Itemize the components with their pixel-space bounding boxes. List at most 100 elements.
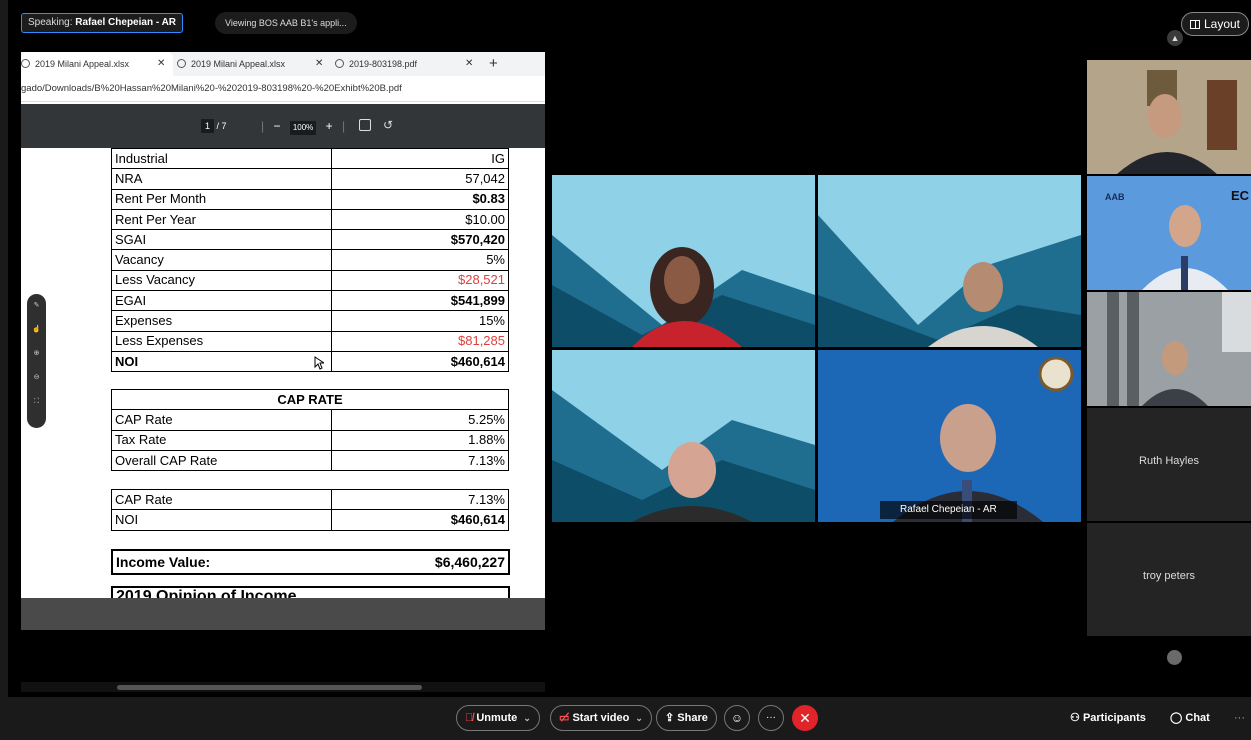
opinion-value: $6,500,000: [332, 586, 510, 598]
active-speaker-tile[interactable]: Rafael Chepeian - AR: [818, 350, 1081, 522]
gallery-tile[interactable]: AAB EC: [1087, 176, 1251, 290]
gallery-tile[interactable]: [1087, 292, 1251, 406]
row-label: Rent Per Month: [111, 188, 332, 210]
start-video-button[interactable]: ▭̸ Start video ⌄: [550, 705, 652, 731]
layout-label: Layout: [1203, 17, 1240, 31]
speaking-label: Speaking:: [28, 17, 73, 28]
tab-title: 2019 Milani Appeal.xlsx: [35, 59, 130, 69]
ec-logo-text: EC: [1230, 188, 1249, 203]
row-label: Less Expenses: [111, 330, 332, 352]
table-row: Rent Per Month $0.83: [111, 188, 509, 210]
left-edge-rail: [0, 0, 8, 740]
row-value: 1.88%: [331, 429, 509, 451]
gallery-tile[interactable]: Ruth Hayles: [1087, 408, 1251, 521]
chevron-down-icon[interactable]: ⌄: [523, 713, 531, 723]
chat-button[interactable]: ◯ Chat: [1170, 705, 1210, 731]
browser-tab[interactable]: 2019 Milani Appeal.xlsx ✕: [177, 52, 329, 76]
mouse-cursor-icon: [314, 356, 324, 370]
mountain-background: [818, 175, 1081, 347]
layout-button[interactable]: Layout: [1180, 12, 1249, 36]
participant-name: troy peters: [1143, 570, 1195, 582]
row-label: Less Vacancy: [111, 269, 332, 292]
divider: |: [261, 119, 265, 133]
browser-tab[interactable]: 2019-803198.pdf ✕: [335, 52, 485, 76]
row-label: SGAI: [111, 229, 332, 251]
income-table: Industrial IG NRA 57,042 Rent Per Month $0.83…: [111, 148, 509, 373]
row-value: 7.13%: [331, 488, 509, 511]
summary-table: CAP Rate 7.13% NOI $460,614: [111, 488, 509, 531]
fit-page-icon[interactable]: [359, 119, 371, 131]
row-value: 5%: [331, 249, 509, 271]
table-row: Less Vacancy $28,521: [111, 269, 509, 292]
close-tab-icon[interactable]: ✕: [157, 52, 165, 76]
video-tile[interactable]: [552, 175, 815, 347]
share-icon: ⇪: [665, 712, 675, 724]
table-row: CAP Rate 7.13%: [111, 488, 509, 511]
row-label: Overall CAP Rate: [111, 449, 332, 472]
speaking-indicator: Speaking: Rafael Chepeian - AR: [21, 13, 184, 33]
mountain-background: [552, 350, 815, 522]
zoom-level[interactable]: 100%: [289, 121, 317, 135]
chevron-down-icon[interactable]: ⌄: [635, 713, 643, 723]
horizontal-scrollbar[interactable]: [21, 682, 545, 692]
gallery-tile[interactable]: [1087, 60, 1251, 174]
chevron-up-icon[interactable]: ▲: [1167, 30, 1183, 46]
row-value: IG: [331, 148, 509, 170]
annotation-toolbar: ✎ ☝ ⊕ ⊖ ⛶: [27, 294, 46, 428]
pen-icon[interactable]: ✎: [27, 294, 46, 318]
unmute-button[interactable]: 🎙̸ Unmute ⌄: [456, 705, 540, 731]
chat-icon: ◯: [1170, 712, 1183, 724]
zoom-out-icon[interactable]: −: [273, 119, 280, 133]
zoom-in-tool-icon[interactable]: ⊕: [27, 342, 46, 366]
shared-screen-browser: 2019 Milani Appeal.xlsx ✕ 2019 Milani Ap…: [21, 52, 545, 630]
share-button[interactable]: ⇪ Share: [656, 705, 717, 731]
video-off-icon: ▭̸: [559, 712, 570, 724]
more-options-button[interactable]: ···: [758, 705, 784, 731]
viewing-share-indicator[interactable]: Viewing BOS AAB B1's appli...: [215, 12, 357, 34]
participants-button[interactable]: ⚇ Participants: [1070, 705, 1146, 731]
table-row: CAP Rate 5.25%: [111, 409, 509, 431]
table-row: NOI $460,614: [111, 509, 509, 531]
participant-name-tag: Rafael Chepeian - AR: [880, 501, 1017, 519]
video-tile[interactable]: [552, 350, 815, 522]
leave-meeting-icon[interactable]: ✕: [792, 705, 818, 731]
chevron-down-icon[interactable]: [1167, 650, 1182, 665]
cap-rate-table: CAP RATE CAP Rate 5.25% Tax Rate 1.88% Overa…: [111, 388, 509, 472]
browser-tab[interactable]: 2019 Milani Appeal.xlsx ✕: [21, 52, 173, 76]
close-tab-icon[interactable]: ✕: [315, 52, 323, 76]
participant-name: Ruth Hayles: [1139, 455, 1199, 467]
fullscreen-icon[interactable]: ⛶: [27, 390, 46, 414]
zoom-in-icon[interactable]: +: [326, 119, 333, 133]
row-label: EGAI: [111, 290, 332, 312]
zoom-out-tool-icon[interactable]: ⊖: [27, 366, 46, 390]
close-tab-icon[interactable]: ✕: [465, 52, 473, 76]
reactions-icon[interactable]: ☺: [724, 705, 750, 731]
address-bar[interactable]: gado/Downloads/B%20Hassan%20Milani%20-%2…: [21, 76, 545, 102]
cap-rate-heading: CAP RATE: [111, 388, 509, 411]
row-label: NOI: [111, 350, 332, 373]
row-label: NRA: [111, 168, 332, 190]
unmute-label: Unmute: [476, 712, 518, 724]
row-value: 15%: [331, 310, 509, 332]
overflow-menu-icon[interactable]: ···: [1234, 705, 1245, 731]
page-input[interactable]: 1: [201, 119, 215, 133]
rotate-icon[interactable]: ↺: [383, 118, 393, 132]
gallery-tile[interactable]: troy peters: [1087, 523, 1251, 636]
share-label: Share: [677, 712, 708, 724]
new-tab-icon[interactable]: +: [489, 52, 498, 76]
row-label: Industrial: [111, 148, 332, 170]
table-row: Rent Per Year $10.00: [111, 208, 509, 231]
row-label: Rent Per Year: [111, 208, 332, 231]
start-video-label: Start video: [572, 712, 630, 724]
row-label: CAP Rate: [111, 409, 332, 431]
table-row: Overall CAP Rate 7.13%: [111, 449, 509, 472]
table-row: SGAI $570,420: [111, 229, 509, 251]
video-tile[interactable]: [818, 175, 1081, 347]
pdf-document: Industrial IG NRA 57,042 Rent Per Month $0.83…: [21, 148, 545, 598]
hand-icon[interactable]: ☝: [27, 318, 46, 342]
scrollbar-thumb[interactable]: [117, 685, 422, 690]
mountain-background: [552, 175, 815, 347]
speaking-name: Rafael Chepeian - AR: [75, 17, 177, 28]
row-label: Vacancy: [111, 249, 332, 271]
globe-icon: [177, 59, 186, 68]
